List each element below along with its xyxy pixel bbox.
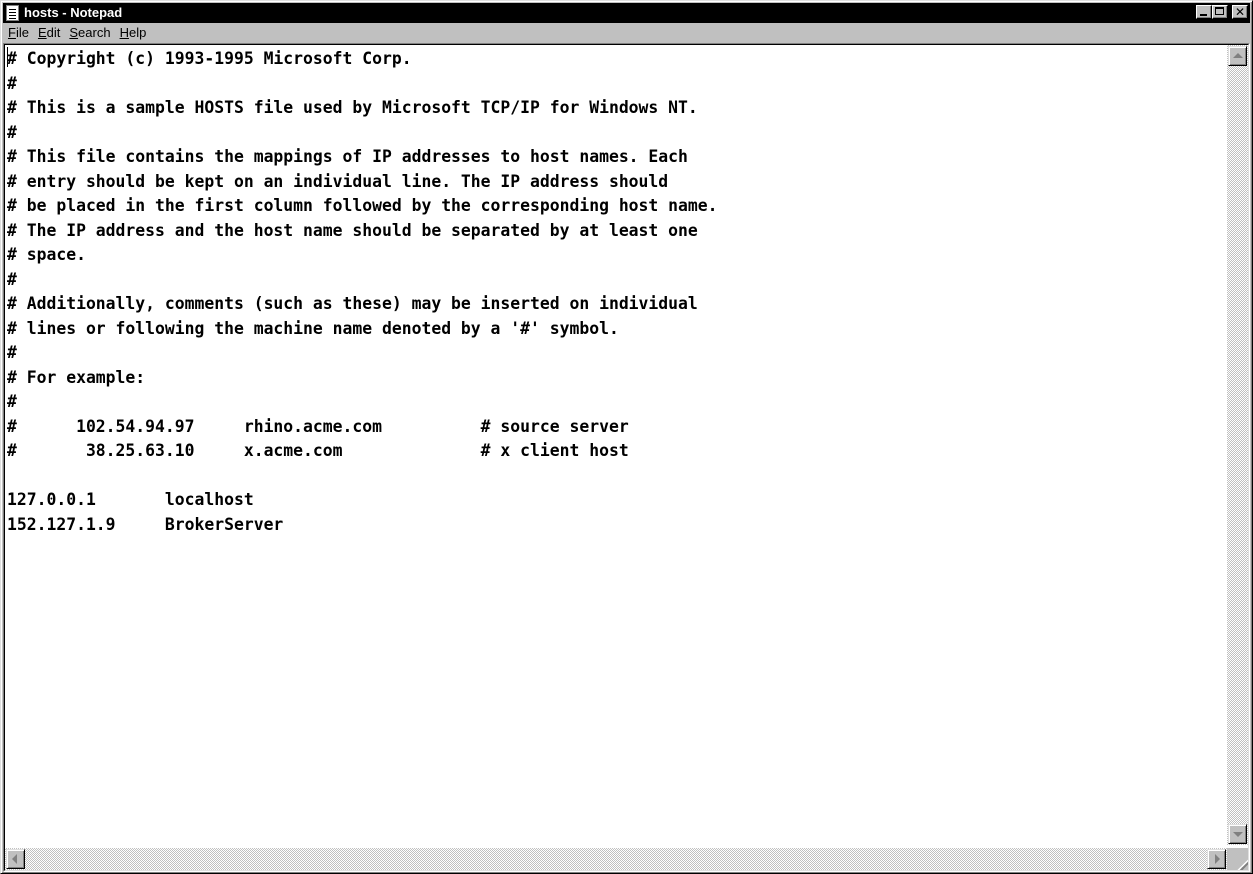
editor-frame: # Copyright (c) 1993-1995 Microsoft Corp… [3, 43, 1250, 872]
close-button[interactable]: ✕ [1232, 5, 1248, 19]
scroll-right-button[interactable] [1207, 849, 1226, 869]
window-title: hosts - Notepad [24, 5, 123, 20]
text-line: # space. [7, 245, 86, 264]
text-line: 127.0.0.1 localhost [7, 490, 254, 509]
close-icon: ✕ [1234, 5, 1246, 19]
menu-bar: File Edit Search Help [3, 23, 1250, 43]
maximize-button[interactable] [1212, 5, 1228, 19]
arrow-down-icon [1233, 832, 1243, 837]
minimize-button[interactable] [1196, 5, 1212, 19]
notepad-window: hosts - Notepad ✕ File Edit Search Help # C… [0, 0, 1253, 874]
text-line: # [7, 392, 17, 411]
menu-help[interactable]: Help [115, 23, 151, 41]
text-line: # [7, 269, 17, 289]
maximize-icon [1215, 7, 1224, 15]
text-line: # [7, 73, 17, 93]
text-line: 152.127.1.9 BrokerServer [7, 514, 284, 534]
scroll-left-button[interactable] [6, 849, 25, 869]
text-line: # 38.25.63.10 x.acme.com # x client host [7, 441, 629, 460]
text-line: # [7, 122, 17, 142]
vertical-scrollbar[interactable] [1227, 45, 1248, 845]
text-line: # Copyright (c) 1993-1995 Microsoft Corp… [7, 49, 412, 68]
title-bar[interactable]: hosts - Notepad ✕ [3, 3, 1250, 23]
menu-edit[interactable]: Edit [33, 23, 64, 41]
resize-grip[interactable] [1227, 848, 1248, 870]
text-line: # The IP address and the host name shoul… [7, 220, 698, 240]
menu-file[interactable]: File [3, 23, 33, 41]
notepad-icon[interactable] [6, 5, 19, 21]
text-line: # This file contains the mappings of IP … [7, 147, 688, 166]
text-line: # 102.54.94.97 rhino.acme.com # source s… [7, 416, 629, 436]
scroll-up-button[interactable] [1228, 46, 1247, 66]
text-line: # be placed in the first column followed… [7, 196, 718, 215]
scroll-down-button[interactable] [1228, 824, 1247, 844]
text-line: # For example: [7, 367, 146, 387]
arrow-right-icon [1215, 854, 1220, 864]
text-line: # This is a sample HOSTS file used by Mi… [7, 98, 698, 117]
menu-search[interactable]: Search [64, 23, 114, 41]
text-line: # [7, 343, 17, 362]
text-line: # lines or following the machine name de… [7, 318, 619, 338]
arrow-up-icon [1233, 53, 1243, 58]
document-text[interactable]: # Copyright (c) 1993-1995 Microsoft Corp… [5, 45, 1227, 537]
arrow-left-icon [12, 854, 17, 864]
horizontal-scrollbar[interactable] [5, 848, 1227, 870]
minimize-icon [1200, 14, 1207, 16]
text-editor[interactable]: # Copyright (c) 1993-1995 Microsoft Corp… [5, 45, 1227, 845]
text-line: # Additionally, comments (such as these)… [7, 294, 698, 313]
text-caret [7, 47, 8, 67]
text-line: # entry should be kept on an individual … [7, 171, 669, 191]
